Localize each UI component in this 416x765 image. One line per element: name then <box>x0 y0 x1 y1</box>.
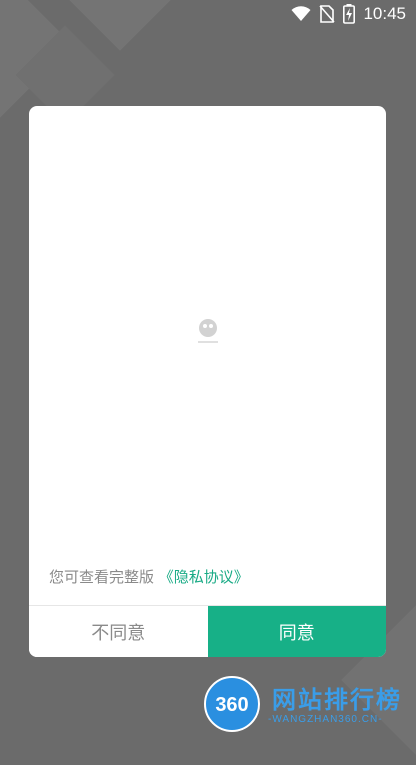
watermark-subtitle: -WANGZHAN360.CN- <box>268 714 383 725</box>
watermark: 360 网站排行榜 -WANGZHAN360.CN- <box>204 676 410 732</box>
wifi-icon <box>291 6 311 22</box>
watermark-badge-text: 360 <box>215 694 248 716</box>
watermark-title: 网站排行榜 <box>272 686 402 714</box>
no-sim-icon <box>319 5 336 23</box>
disagree-button[interactable]: 不同意 <box>29 606 208 657</box>
policy-prefix: 您可查看完整版 <box>49 568 155 586</box>
dialog-button-row: 不同意 同意 <box>29 605 386 657</box>
status-time: 10:45 <box>363 4 406 23</box>
status-bar: 10:45 <box>291 0 416 28</box>
watermark-badge: 360 <box>204 676 260 732</box>
battery-charging-icon <box>343 4 356 24</box>
agree-button[interactable]: 同意 <box>207 606 386 657</box>
loading-logo-icon <box>194 316 222 348</box>
policy-text: 您可查看完整版 《隐私协议》 <box>49 566 249 587</box>
privacy-policy-link[interactable]: 《隐私协议》 <box>159 568 249 586</box>
screen: { "status_bar": { "time": "10:45", "icon… <box>0 0 416 765</box>
privacy-dialog: 您可查看完整版 《隐私协议》 不同意 同意 <box>29 106 386 657</box>
